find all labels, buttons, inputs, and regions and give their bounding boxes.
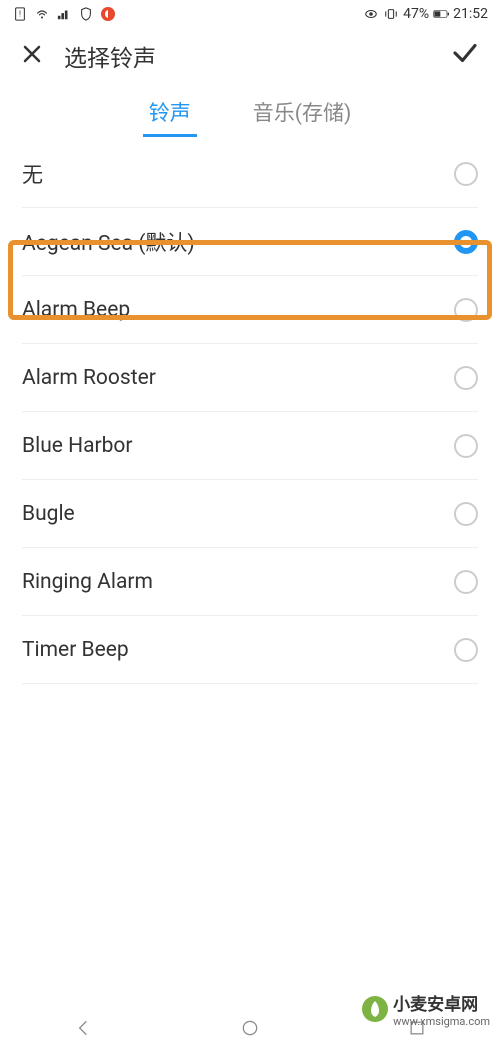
- status-time: 21:52: [453, 6, 488, 22]
- signal-icon: [56, 6, 72, 22]
- tab-label: 音乐(存储): [253, 102, 352, 126]
- radio-button[interactable]: [454, 434, 478, 458]
- radio-button[interactable]: [454, 162, 478, 186]
- ringtone-item[interactable]: Blue Harbor: [0, 412, 500, 480]
- radio-button[interactable]: [454, 570, 478, 594]
- confirm-button[interactable]: [450, 38, 480, 75]
- wifi-icon: [34, 6, 50, 22]
- back-button[interactable]: [71, 1016, 95, 1040]
- status-bar: ! 47% 21:52: [0, 0, 500, 28]
- tabs: 铃声 音乐(存储): [0, 84, 500, 140]
- ringtone-item[interactable]: Alarm Beep: [0, 276, 500, 344]
- sim-icon: !: [12, 6, 28, 22]
- close-button[interactable]: [20, 42, 44, 71]
- ringtone-label: Blue Harbor: [22, 434, 133, 458]
- ringtone-item[interactable]: Bugle: [0, 480, 500, 548]
- ringtone-item[interactable]: 无: [0, 140, 500, 208]
- header: 选择铃声: [0, 28, 500, 84]
- status-left-icons: !: [12, 6, 116, 22]
- page-title: 选择铃声: [64, 39, 430, 73]
- shield-icon: [78, 6, 94, 22]
- tab-label: 铃声: [149, 102, 191, 126]
- app-icon: [100, 6, 116, 22]
- radio-button[interactable]: [454, 366, 478, 390]
- svg-text:!: !: [19, 10, 21, 19]
- watermark-name: 小麦安卓网: [393, 995, 478, 1015]
- watermark: 小麦安卓网 www.xmsigma.com: [361, 990, 490, 1028]
- tab-ringtone[interactable]: 铃声: [143, 87, 197, 137]
- ringtone-label: Aegean Sea (默认): [22, 227, 195, 257]
- ringtone-label: Alarm Rooster: [22, 366, 156, 390]
- vibrate-icon: [383, 6, 399, 22]
- ringtone-item[interactable]: Aegean Sea (默认): [0, 208, 500, 276]
- ringtone-list: 无 Aegean Sea (默认) Alarm Beep Alarm Rooster B…: [0, 140, 500, 684]
- radio-button[interactable]: [454, 230, 478, 254]
- ringtone-item[interactable]: Alarm Rooster: [0, 344, 500, 412]
- tab-music-storage[interactable]: 音乐(存储): [247, 87, 358, 137]
- status-right: 47% 21:52: [363, 6, 488, 22]
- ringtone-item[interactable]: Timer Beep: [0, 616, 500, 684]
- radio-button[interactable]: [454, 502, 478, 526]
- radio-button[interactable]: [454, 298, 478, 322]
- home-button[interactable]: [238, 1016, 262, 1040]
- battery-percent: 47%: [403, 6, 429, 22]
- ringtone-label: Alarm Beep: [22, 298, 130, 322]
- watermark-url: www.xmsigma.com: [393, 1015, 490, 1028]
- eye-icon: [363, 6, 379, 22]
- watermark-logo-icon: [361, 995, 389, 1023]
- ringtone-label: Bugle: [22, 502, 75, 526]
- ringtone-label: 无: [22, 159, 43, 189]
- ringtone-item[interactable]: Ringing Alarm: [0, 548, 500, 616]
- ringtone-label: Ringing Alarm: [22, 570, 153, 594]
- ringtone-label: Timer Beep: [22, 638, 129, 662]
- radio-button[interactable]: [454, 638, 478, 662]
- battery-icon: [433, 6, 449, 22]
